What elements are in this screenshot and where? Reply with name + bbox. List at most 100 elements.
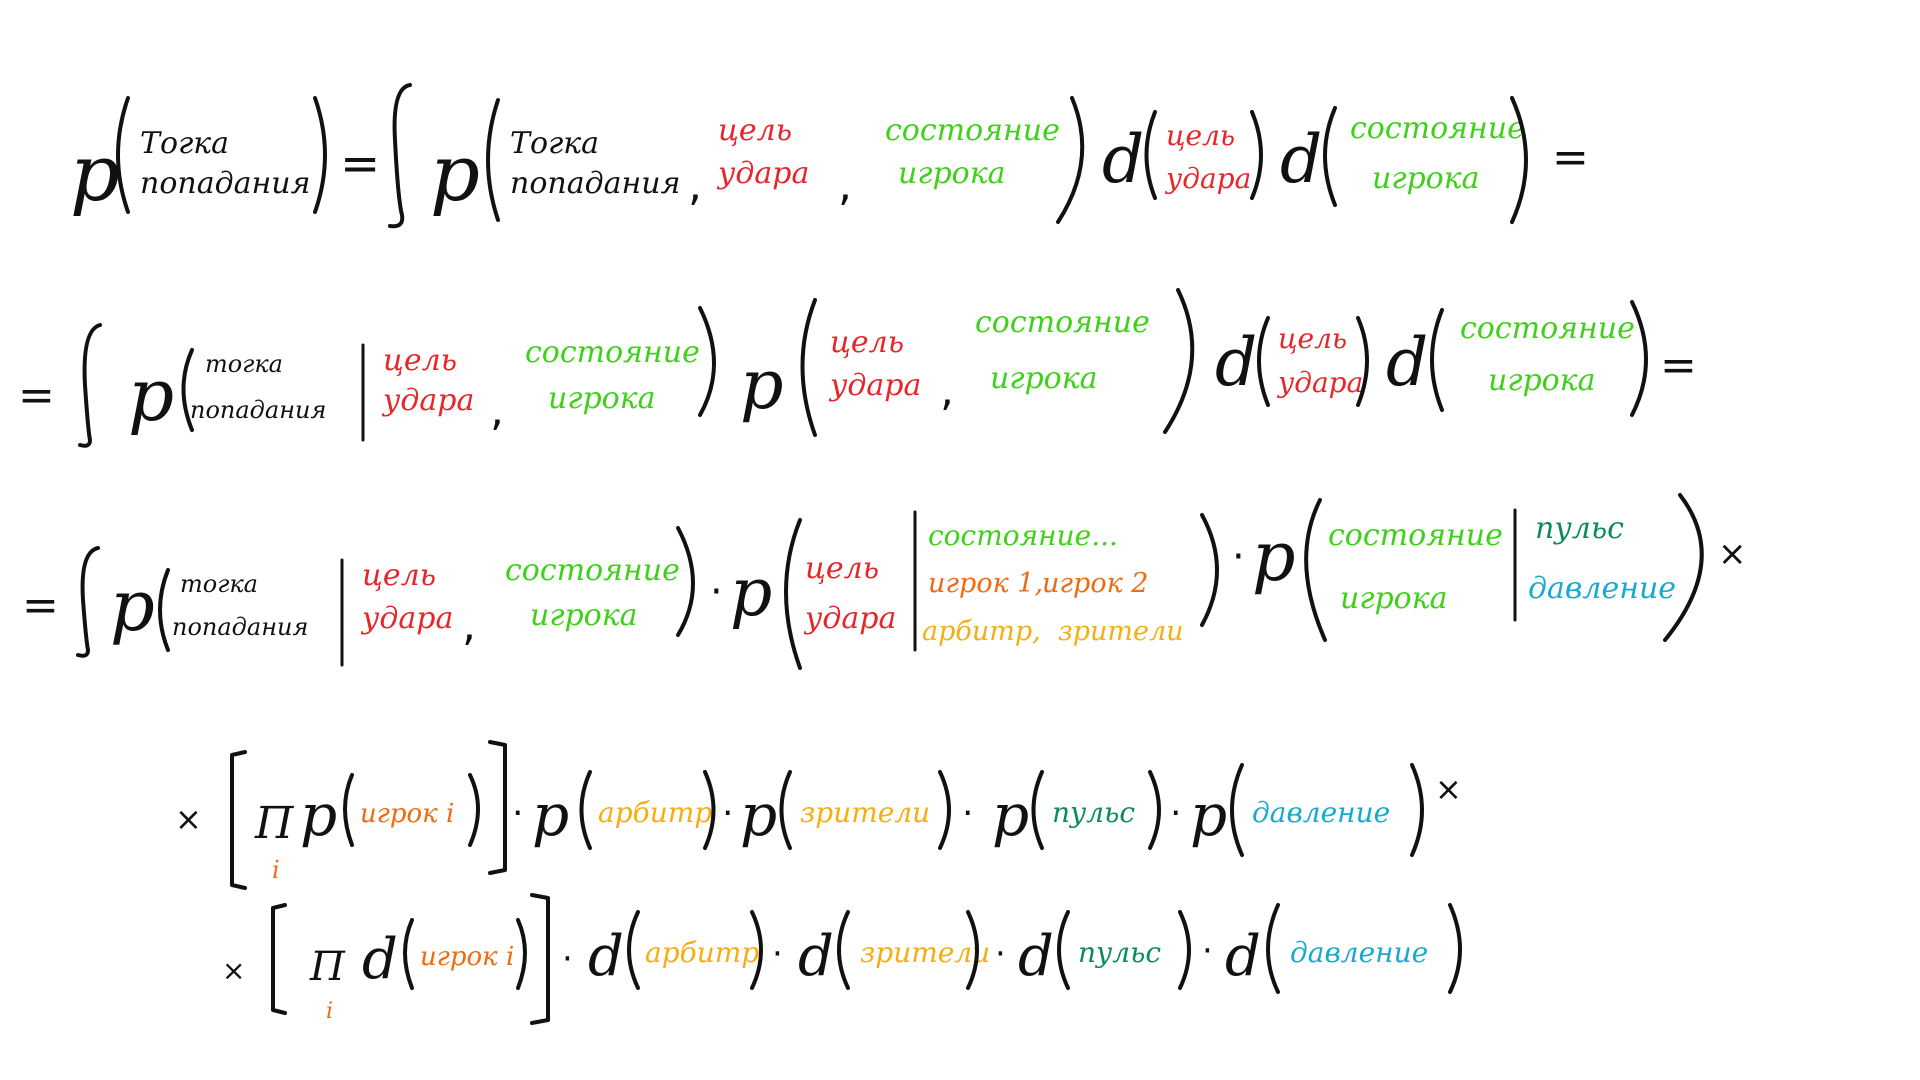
equals-sign: = <box>1660 340 1697 391</box>
close-paren <box>1178 910 1191 990</box>
word-udara: удара <box>1276 366 1363 399</box>
close-paren <box>1410 763 1424 857</box>
word-zriteli: зрители <box>860 936 990 969</box>
word-davlenie: давление <box>1528 571 1676 606</box>
word-davlenie: давление <box>1290 936 1428 969</box>
word-sostoyanie: состояние <box>1328 518 1503 553</box>
dot-operator: · <box>710 569 723 615</box>
p-symbol: p <box>70 129 120 219</box>
p-symbol: p <box>740 781 777 849</box>
word-sostoyanie: состояние <box>505 553 680 588</box>
d-symbol: d <box>1386 324 1428 401</box>
equation-line-3: = p тогка попадания цель удара , состоян… <box>22 493 1747 670</box>
word-sostoyanie: состояние <box>1350 111 1525 146</box>
close-paren <box>698 306 716 417</box>
times-sign: × <box>175 800 202 838</box>
close-paren <box>1663 493 1704 642</box>
word-igroka: игрока <box>548 381 656 416</box>
word-popadaniya: попадания <box>190 396 326 424</box>
product-index: i <box>272 856 280 884</box>
word-sostoyanie: состояние <box>885 113 1060 148</box>
open-paren <box>784 518 802 670</box>
word-cel: цель <box>383 343 457 378</box>
open-paren <box>343 773 354 847</box>
word-popadaniya: попадания <box>510 166 680 201</box>
equation-line-1: p Тогка попадания = p Тогка попадания , … <box>70 83 1589 229</box>
dot-operator: · <box>1202 931 1213 971</box>
p-symbol: p <box>992 781 1029 849</box>
word-sostoyanie: состояние <box>1460 311 1635 346</box>
dot-operator: · <box>512 793 523 834</box>
integral-sign <box>388 83 412 229</box>
open-paren <box>1144 110 1157 200</box>
p-symbol: p <box>128 353 174 437</box>
dot-operator: · <box>1170 793 1181 834</box>
word-tochka: Тогка <box>510 126 599 161</box>
close-bracket <box>488 740 507 875</box>
open-paren <box>837 910 850 990</box>
open-paren <box>1057 910 1070 990</box>
word-igroka: игрока <box>1372 161 1480 196</box>
product-symbol: Π <box>254 798 295 849</box>
d-symbol: d <box>362 927 398 992</box>
open-paren <box>1031 770 1044 850</box>
integral-sign <box>78 323 102 448</box>
d-symbol: d <box>798 924 834 989</box>
word-popadaniya: попадания <box>140 166 310 201</box>
word-igrok-2: игрок 2 <box>1042 568 1148 599</box>
word-igrok-i: игрок i <box>360 799 454 829</box>
word-tochka: тогка <box>205 350 283 378</box>
p-symbol: p <box>430 129 480 219</box>
word-cel: цель <box>362 558 436 593</box>
word-tochka: тогка <box>180 570 258 598</box>
close-paren <box>468 773 480 847</box>
close-paren <box>1163 288 1195 434</box>
word-arbitr: арбитр <box>598 796 712 829</box>
word-zriteli: зрители <box>1058 616 1184 647</box>
p-symbol: p <box>740 346 784 425</box>
p-symbol: p <box>300 781 337 849</box>
word-tochka: Тогка <box>140 126 229 161</box>
word-cel: цель <box>1166 119 1235 152</box>
close-paren <box>1148 770 1161 850</box>
d-symbol: d <box>1102 121 1144 198</box>
open-paren <box>158 568 170 652</box>
integral-sign <box>76 546 100 658</box>
close-paren <box>313 96 327 214</box>
open-bracket <box>230 750 247 890</box>
word-igroka: игрока <box>1488 363 1596 398</box>
comma: , <box>838 160 852 211</box>
equation-line-4: × Π i p игрок i · p арбитр · p зрители ·… <box>175 740 1462 890</box>
equals-sign: = <box>340 136 380 192</box>
p-symbol: p <box>1252 518 1296 597</box>
comma: , <box>490 385 504 436</box>
close-bracket <box>530 893 550 1025</box>
close-paren <box>1250 110 1263 200</box>
equals-sign: = <box>22 580 59 631</box>
comma: , <box>940 365 954 416</box>
word-udara: удара <box>381 383 474 418</box>
equals-sign: = <box>18 370 55 421</box>
close-paren <box>938 770 951 850</box>
dot-operator: · <box>995 934 1006 974</box>
word-igroka: игрока <box>898 156 1006 191</box>
open-paren <box>486 98 500 222</box>
equation-board: p Тогка попадания = p Тогка попадания , … <box>18 83 1747 1025</box>
d-symbol: d <box>1018 924 1054 989</box>
open-paren <box>1257 316 1270 407</box>
open-paren <box>1304 498 1327 642</box>
open-paren <box>1430 308 1444 412</box>
times-sign: × <box>222 954 245 987</box>
dot-operator: · <box>772 934 783 974</box>
word-udara: удара <box>360 601 453 636</box>
word-puls: пульс <box>1078 936 1161 969</box>
word-arbitr: арбитр <box>645 936 759 969</box>
comma: , <box>688 160 702 211</box>
open-paren <box>403 918 414 990</box>
word-sostoyanie-dots: состояние... <box>928 519 1118 552</box>
word-igrok-i: игрок i <box>420 942 514 972</box>
times-sign: × <box>1718 534 1747 574</box>
word-udara: удара <box>803 601 896 636</box>
times-sign: × <box>1435 770 1462 808</box>
open-paren <box>800 298 817 437</box>
